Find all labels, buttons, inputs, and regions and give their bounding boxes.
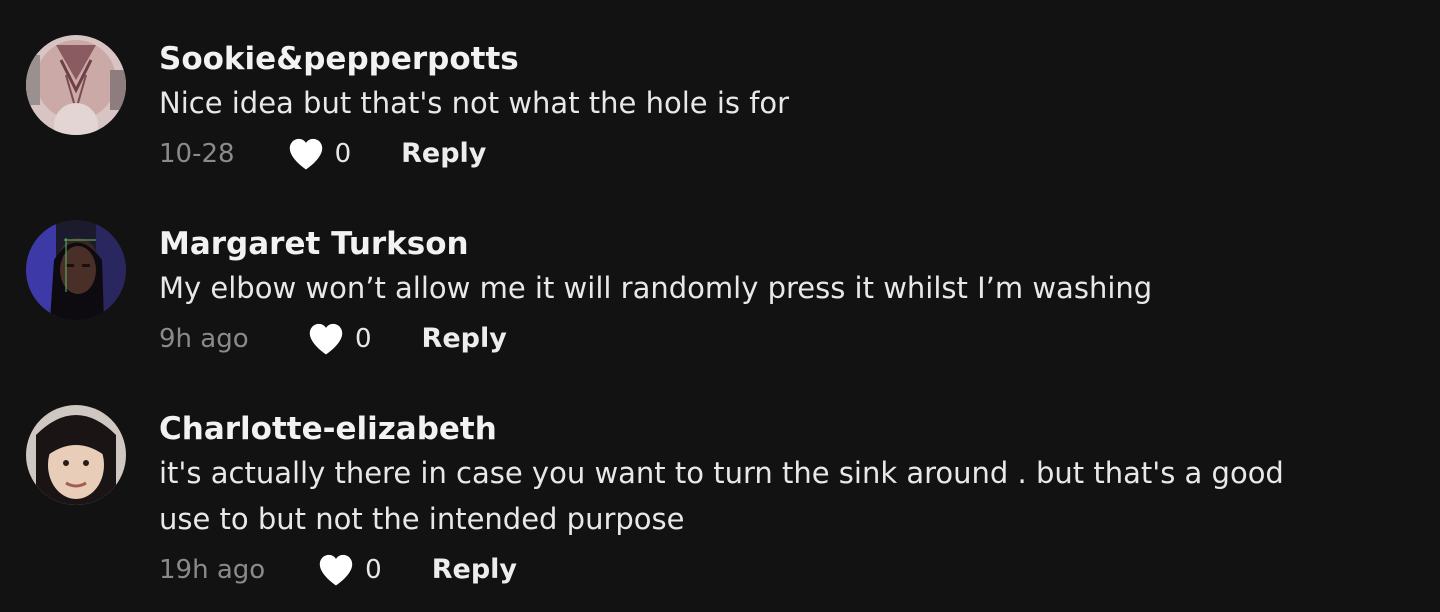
comment-text: Nice idea but that's not what the hole i… <box>159 86 790 120</box>
comment-timestamp: 19h ago <box>159 555 266 585</box>
like-count: 0 <box>334 139 352 169</box>
comment-timestamp: 10-28 <box>159 139 235 169</box>
comment-meta: 19h ago 0 Reply <box>159 552 1380 588</box>
comment-text: it's actually there in case you want to … <box>159 456 1284 536</box>
like-button[interactable]: 0 <box>287 136 352 172</box>
like-button[interactable]: 0 <box>317 552 382 588</box>
like-count: 0 <box>365 555 382 585</box>
comment-username[interactable]: Charlotte-elizabeth <box>159 409 1380 449</box>
comment-username[interactable]: Margaret Turkson <box>159 224 1380 264</box>
heart-icon[interactable] <box>317 553 355 587</box>
comment-text: My elbow won’t allow me it will randomly… <box>159 271 1153 305</box>
heart-icon[interactable] <box>287 137 325 171</box>
avatar[interactable] <box>26 405 126 505</box>
heart-icon[interactable] <box>307 322 345 356</box>
comment-timestamp: 9h ago <box>159 324 249 354</box>
user-avatar-icon <box>26 35 126 135</box>
avatar[interactable] <box>26 220 126 320</box>
reply-button[interactable]: Reply <box>432 552 517 588</box>
comment-meta: 10-28 0 Reply <box>159 136 1380 172</box>
reply-button[interactable]: Reply <box>422 321 507 357</box>
comment-username[interactable]: Sookie&pepperpotts <box>159 39 1380 79</box>
user-avatar-icon <box>26 405 126 505</box>
user-avatar-icon <box>26 220 126 320</box>
like-count: 0 <box>355 324 372 354</box>
avatar[interactable] <box>26 35 126 135</box>
reply-button[interactable]: Reply <box>401 136 486 172</box>
like-button[interactable]: 0 <box>307 321 372 357</box>
comment-meta: 9h ago 0 Reply <box>159 321 1380 357</box>
comments-panel: Sookie&pepperpotts Nice idea but that's … <box>0 0 1440 612</box>
